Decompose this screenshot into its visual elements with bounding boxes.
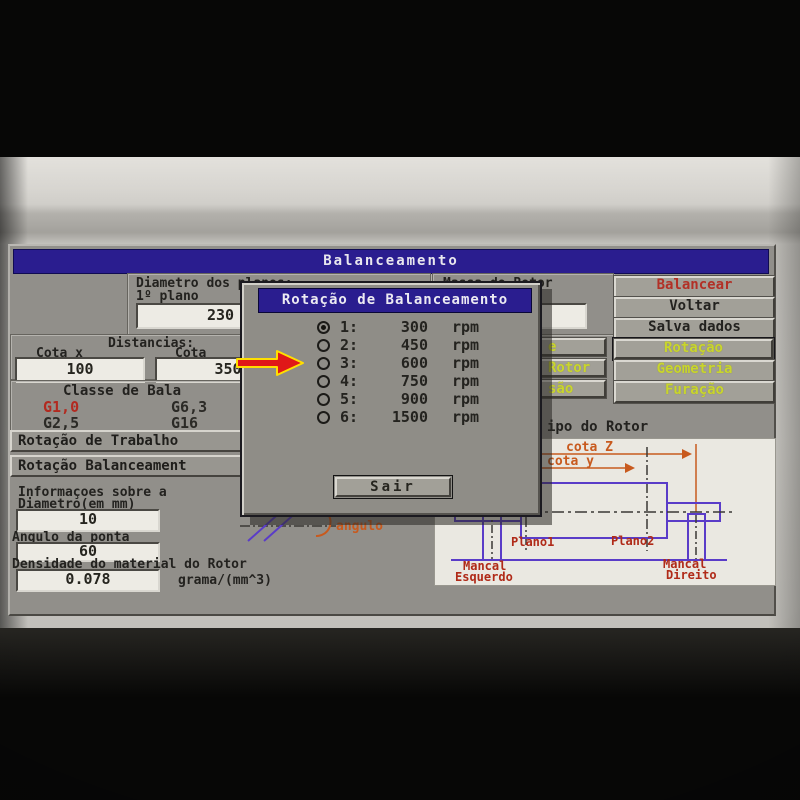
cota-y-diagram-label: cota y [547, 454, 594, 469]
option-value: 600 [368, 354, 428, 372]
rotacao-button-selected-frame: Rotação [612, 337, 775, 361]
radio-icon[interactable] [317, 411, 330, 424]
option-value: 450 [368, 336, 428, 354]
window-titlebar[interactable]: Balanceamento [13, 249, 769, 274]
radio-icon[interactable] [317, 393, 330, 406]
mancal-esquerdo-label-2: Esquerdo [455, 570, 513, 584]
densidade-unit: grama/(mm^3) [178, 573, 272, 588]
plano2-label: Plano2 [611, 534, 654, 548]
angulo-arc-arrow [316, 514, 331, 536]
rpm-option-1[interactable]: 1: 300 rpm [242, 318, 540, 336]
plano1-label: Plano1 [511, 535, 554, 549]
radio-icon[interactable] [317, 375, 330, 388]
balancear-button[interactable]: Balancear [614, 276, 775, 298]
option-value: 900 [368, 390, 428, 408]
option-unit: rpm [452, 372, 479, 390]
angulo-label: angulo [336, 519, 383, 534]
option-number: 5: [340, 390, 360, 408]
sair-button-frame: Sair [333, 475, 453, 499]
cota-y-arrowhead [625, 463, 635, 473]
cursor-arrow-icon [236, 349, 306, 381]
option-unit: rpm [452, 318, 479, 336]
option-unit: rpm [452, 390, 479, 408]
option-unit: rpm [452, 354, 479, 372]
rpm-option-6[interactable]: 6: 1500 rpm [242, 408, 540, 426]
screen-photo: BALANCEAMENTO DINAMICO Balanceamento Dia… [0, 0, 800, 800]
geometria-button[interactable]: Geometria [614, 360, 775, 382]
mancal-direito-label-2: Direito [666, 568, 717, 582]
screen-bottom-glow [0, 628, 800, 698]
option-number: 3: [340, 354, 360, 372]
furacao-button[interactable]: Furação [614, 381, 775, 403]
option-number: 2: [340, 336, 360, 354]
option-value: 1500 [368, 408, 428, 426]
option-value: 300 [368, 318, 428, 336]
rpm-option-5[interactable]: 5: 900 rpm [242, 390, 540, 408]
rotacao-balanceamento-dialog: Rotação de Balanceamento 1: 300 rpm 2: 4… [240, 281, 542, 517]
tipo-rotor-heading-fragment: ipo do Rotor [547, 419, 648, 435]
rotor-body [521, 483, 667, 538]
option-value: 750 [368, 372, 428, 390]
dialog-titlebar[interactable]: Rotação de Balanceamento [258, 288, 532, 313]
option-number: 1: [340, 318, 360, 336]
plano1-label: 1º plano [136, 289, 199, 304]
voltar-button[interactable]: Voltar [614, 297, 775, 319]
sair-button[interactable]: Sair [335, 477, 451, 497]
cota-z-label: cota Z [566, 440, 613, 455]
diametro-ponta-input[interactable]: 10 [16, 509, 160, 532]
radio-icon[interactable] [317, 357, 330, 370]
classe-heading: Classe de Bala [63, 383, 181, 399]
densidade-input[interactable]: 0.078 [16, 569, 160, 592]
rotacao-button[interactable]: Rotação [614, 339, 773, 359]
cota-z-arrowhead [682, 449, 692, 459]
radio-icon[interactable] [317, 339, 330, 352]
option-number: 4: [340, 372, 360, 390]
option-number: 6: [340, 408, 360, 426]
option-unit: rpm [452, 408, 479, 426]
radio-icon[interactable] [317, 321, 330, 334]
option-unit: rpm [452, 336, 479, 354]
